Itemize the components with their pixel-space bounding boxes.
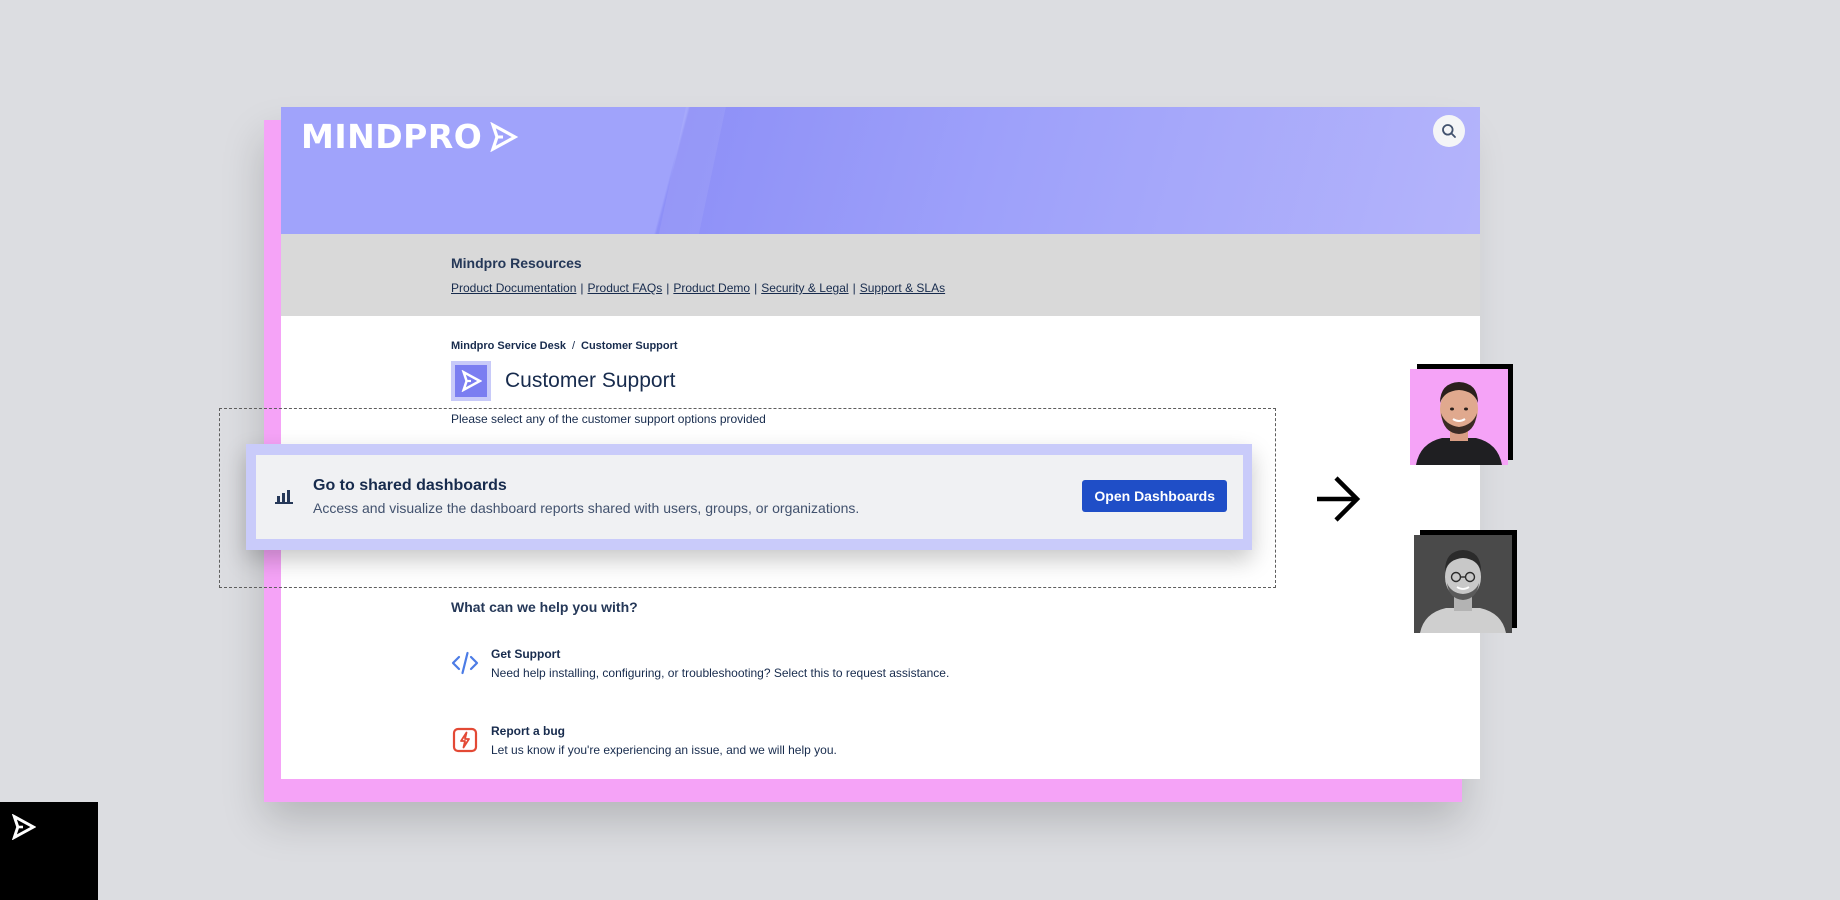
person-portrait-icon	[1420, 550, 1506, 633]
request-type-get-support[interactable]: Get Support Need help installing, config…	[451, 647, 949, 680]
search-icon	[1442, 124, 1456, 138]
shared-dashboards-card: Go to shared dashboards Access and visua…	[256, 455, 1243, 539]
option-description: Let us know if you're experiencing an is…	[491, 743, 837, 757]
option-description: Need help installing, configuring, or tr…	[491, 666, 950, 680]
breadcrumb: Mindpro Service Desk / Customer Support	[451, 340, 678, 352]
option-name: Get Support	[491, 647, 561, 661]
code-icon	[451, 651, 479, 675]
breadcrumb-service-desk[interactable]: Mindpro Service Desk	[451, 340, 566, 352]
mindpro-logo[interactable]: MINDPRO	[301, 117, 519, 156]
play-logo-icon	[461, 370, 482, 392]
mindpro-play-icon	[11, 814, 36, 840]
header-decoration	[651, 107, 731, 234]
logo-text: MINDPRO	[301, 117, 483, 156]
card-description: Access and visualize the dashboard repor…	[313, 500, 860, 516]
brand-corner-tile	[0, 802, 98, 900]
mindpro-play-icon	[490, 121, 519, 152]
resources-banner: Mindpro Resources Product Documentation |…	[281, 234, 1480, 316]
person-portrait-icon	[1416, 382, 1502, 465]
search-button[interactable]	[1433, 115, 1465, 147]
avatar-person-1	[1410, 369, 1508, 465]
project-avatar	[451, 361, 491, 401]
option-name: Report a bug	[491, 724, 565, 738]
page-title: Customer Support	[505, 369, 676, 392]
link-product-faqs[interactable]: Product FAQs	[588, 281, 663, 295]
resources-links: Product Documentation | Product FAQs | Produ…	[451, 281, 946, 295]
link-support-slas[interactable]: Support & SLAs	[860, 281, 945, 295]
link-product-documentation[interactable]: Product Documentation	[451, 281, 576, 295]
help-heading: What can we help you with?	[451, 599, 638, 615]
link-product-demo[interactable]: Product Demo	[673, 281, 750, 295]
arrow-right-icon	[1317, 476, 1361, 522]
resources-title: Mindpro Resources	[451, 255, 582, 271]
page-header: Customer Support	[451, 361, 675, 401]
open-dashboards-button[interactable]: Open Dashboards	[1082, 480, 1227, 512]
portal-header: MINDPRO	[281, 107, 1480, 234]
card-title: Go to shared dashboards	[313, 477, 507, 494]
request-type-report-bug[interactable]: Report a bug Let us know if you're exper…	[451, 724, 837, 757]
lightning-bug-icon	[452, 727, 478, 753]
avatar-person-2	[1414, 535, 1512, 633]
bar-chart-icon	[275, 490, 293, 504]
link-security-legal[interactable]: Security & Legal	[761, 281, 848, 295]
breadcrumb-customer-support[interactable]: Customer Support	[581, 340, 678, 352]
